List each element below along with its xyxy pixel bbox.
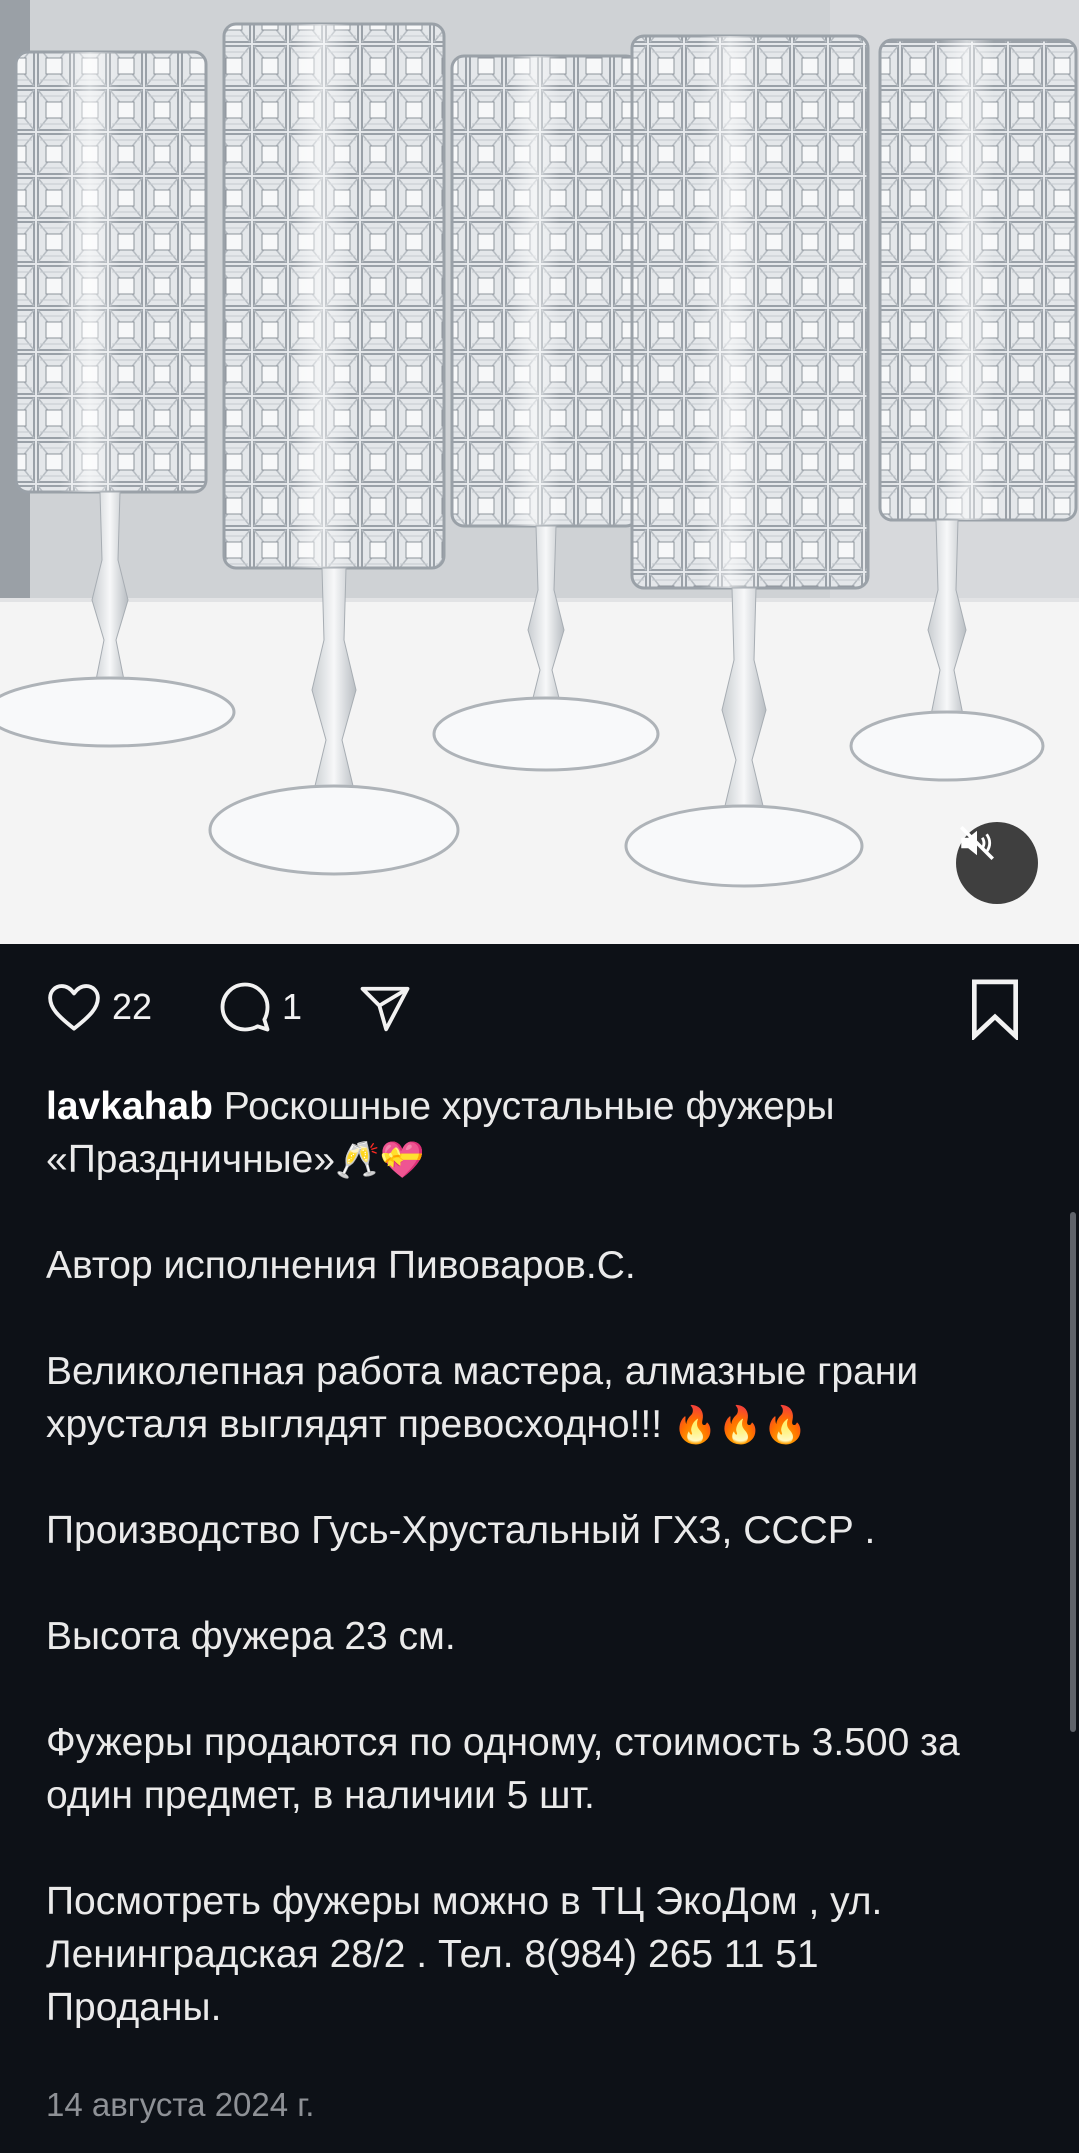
post-date: 14 августа 2024 г. xyxy=(46,2086,315,2123)
comment-bubble-icon xyxy=(220,982,270,1032)
caption-title-emojis: 🥂💝 xyxy=(335,1139,425,1180)
comment-button[interactable]: 1 xyxy=(218,980,302,1034)
caption-author: Автор исполнения Пивоваров.С. xyxy=(46,1244,636,1287)
caption-quality-emojis: 🔥🔥🔥 xyxy=(672,1404,808,1445)
share-button[interactable] xyxy=(356,982,414,1036)
post-actions: 22 1 xyxy=(0,944,1079,1064)
like-button[interactable]: 22 xyxy=(46,982,152,1032)
mute-button[interactable] xyxy=(956,822,1038,904)
caption-height: Высота фужера 23 см. xyxy=(46,1615,456,1658)
scrollbar[interactable] xyxy=(1070,1212,1076,1732)
caption-title: lavkahab Роскошные хрустальные фужеры «П… xyxy=(46,1080,1036,1186)
caption-production: Производство Гусь-Хрустальный ГХЗ, СССР … xyxy=(46,1509,876,1552)
caption-sold: Проданы. xyxy=(46,1986,222,2029)
heart-icon xyxy=(48,984,100,1031)
bookmark-icon xyxy=(972,979,1018,1040)
caption-quality: Великолепная работа мастера, алмазные гр… xyxy=(46,1345,1036,1451)
speaker-muted-icon xyxy=(960,826,994,860)
caption-address: Посмотреть фужеры можно в ТЦ ЭкоДом , ул… xyxy=(46,1880,894,1976)
post-caption: lavkahab Роскошные хрустальные фужеры «П… xyxy=(46,1080,1036,2034)
username-link[interactable]: lavkahab xyxy=(46,1085,213,1128)
paper-plane-icon xyxy=(360,986,410,1032)
post-photo[interactable] xyxy=(0,0,1079,944)
crystal-glasses-image xyxy=(0,0,1079,944)
comments-count: 1 xyxy=(282,986,303,1027)
save-button[interactable] xyxy=(968,978,1022,1040)
likes-count: 22 xyxy=(112,986,153,1027)
caption-price: Фужеры продаются по одному, стоимость 3.… xyxy=(46,1721,971,1817)
